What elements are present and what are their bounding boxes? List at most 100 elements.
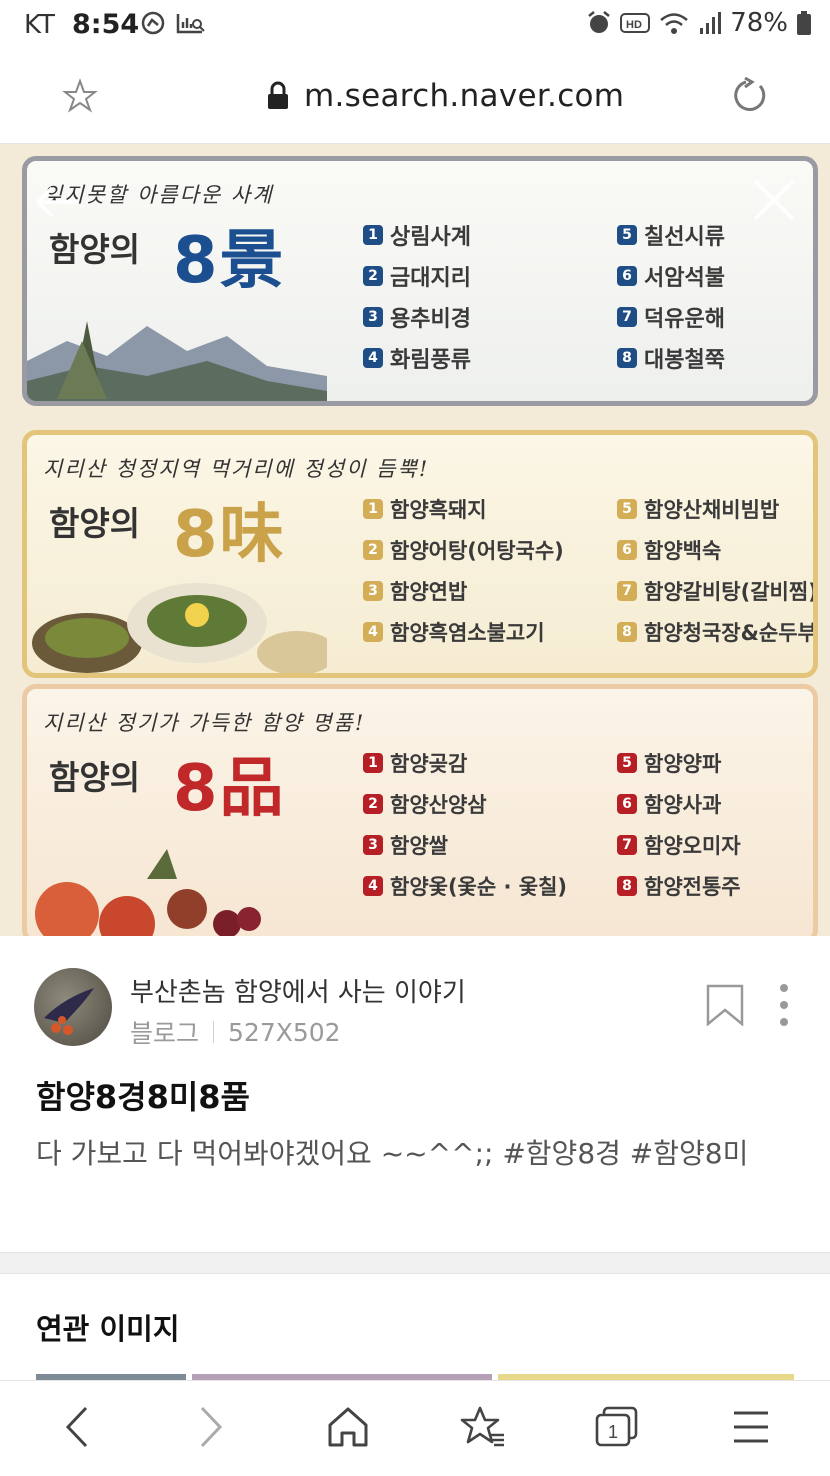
panel-tagline: 지리산 청정지역 먹거리에 정성이 듬뿍! (43, 457, 430, 481)
list-item: 3 함양쌀 (363, 831, 567, 859)
list-left: 1 함양흑돼지 2 함양어탕(어탕국수) 3 함양연밥 4 함양흑염소불고기 (363, 495, 564, 646)
reload-icon (734, 76, 766, 111)
list-item: 3 용추비경 (363, 303, 471, 332)
item-label: 함양어탕(어탕국수) (390, 539, 564, 563)
item-number: 7 (617, 835, 637, 855)
list-item: 1 상림사계 (363, 221, 471, 250)
item-number: 8 (617, 876, 637, 896)
more-options-button[interactable] (774, 982, 794, 1032)
svg-text:HD: HD (626, 19, 642, 31)
list-item: 4 함양옻(옻순 · 옻칠) (363, 872, 567, 900)
panel-8-tastes: 지리산 청정지역 먹거리에 정성이 듬뿍! 함양의 8味 1 함양흑돼지 2 함양어… (22, 430, 818, 678)
tabs-icon: 1 (595, 1406, 638, 1447)
item-label: 덕유운해 (644, 307, 725, 332)
image-viewer[interactable]: 잊지못할 아름다운 사계 함양의 8景 1 상림사계 2 금대지리 3 용추비경 4화… (0, 144, 830, 936)
panel-heading: 함양의 (49, 758, 141, 797)
hd-icon: HD (620, 13, 651, 33)
list-item: 5 함양양파 (617, 749, 741, 777)
avatar[interactable] (34, 968, 112, 1046)
forward-button[interactable] (196, 1405, 226, 1453)
url-text: m.search.naver.com (304, 78, 625, 114)
divider (213, 1021, 215, 1043)
bottom-navigation: 1 (0, 1380, 830, 1476)
panel-title: 8品 (173, 752, 286, 826)
produce-illustration (35, 849, 261, 936)
list-item: 5 함양산채비빔밥 (617, 495, 813, 523)
wifi-icon (660, 13, 689, 34)
item-label: 함양흑돼지 (390, 498, 487, 522)
image-dimensions: 527X502 (228, 1017, 341, 1047)
item-number: 4 (363, 876, 383, 896)
item-label: 금대지리 (390, 266, 471, 291)
chart-search-icon (176, 14, 205, 34)
list-left: 1 상림사계 2 금대지리 3 용추비경 4 화림풍류 (363, 221, 471, 373)
menu-button[interactable] (732, 1405, 770, 1453)
item-label: 함양흑염소불고기 (390, 621, 545, 645)
carrier-label: KT (24, 10, 55, 40)
item-label: 상림사계 (390, 225, 471, 250)
panel-8-products: 지리산 정기가 가득한 함양 명품! 함양의 8品 1 함양곶감 2 함양산양삼 3… (22, 684, 818, 936)
item-label: 함양산양삼 (390, 793, 487, 817)
food-illustration (32, 583, 327, 673)
more-icon (780, 984, 788, 1026)
image-title[interactable]: 함양8경8미8품 (36, 1072, 250, 1118)
viewer-close-button[interactable] (752, 178, 796, 226)
blog-name[interactable]: 부산촌놈 함양에서 사는 이야기 (130, 972, 466, 1009)
item-number: 7 (617, 307, 637, 327)
back-arrow-icon (35, 186, 78, 218)
brightness-icon (141, 11, 165, 35)
address-bar: m.search.naver.com (0, 52, 830, 144)
item-label: 함양전통주 (644, 875, 741, 899)
item-label: 함양산채비빔밥 (644, 498, 780, 522)
source-label: 블로그 (130, 1019, 200, 1048)
image-description: 다 가보고 다 먹어봐야겠어요 ~~^^;; #함양8경 #함양8미 (36, 1137, 749, 1170)
item-number: 3 (363, 581, 383, 601)
item-number: 5 (617, 225, 637, 245)
item-number: 2 (363, 266, 383, 286)
tabs-count: 1 (608, 1422, 618, 1442)
list-item: 7 함양갈비탕(갈비찜) (617, 577, 813, 605)
item-number: 5 (617, 499, 637, 519)
back-icon (65, 1406, 88, 1448)
list-item: 8 함양청국장&순두부 (617, 618, 813, 646)
list-item: 5 칠선시류 (617, 221, 725, 250)
bookmarks-icon (460, 1406, 504, 1447)
section-divider (0, 1252, 830, 1274)
alarm-icon (588, 11, 610, 33)
image-info: 부산촌놈 함양에서 사는 이야기 블로그 527X502 함양8경8미8품 다 … (0, 936, 830, 1252)
item-number: 4 (363, 622, 383, 642)
menu-icon (734, 1411, 768, 1443)
item-number: 6 (617, 540, 637, 560)
item-number: 2 (363, 794, 383, 814)
item-number: 3 (363, 307, 383, 327)
star-icon (62, 78, 98, 113)
avatar-image (44, 988, 94, 1035)
image-meta: 블로그 527X502 (130, 1014, 341, 1050)
back-button[interactable] (62, 1405, 92, 1453)
item-label: 대봉철쭉 (644, 348, 725, 373)
tabs-button[interactable]: 1 (594, 1405, 640, 1453)
status-right: HD 78% (586, 8, 812, 38)
list-item: 2 함양산양삼 (363, 790, 567, 818)
home-button[interactable] (326, 1405, 370, 1453)
item-number: 6 (617, 266, 637, 286)
list-item: 3 함양연밥 (363, 577, 564, 605)
reload-button[interactable] (730, 76, 770, 120)
url-field[interactable]: m.search.naver.com (266, 78, 624, 114)
home-icon (328, 1407, 368, 1447)
viewer-back-button[interactable] (34, 184, 80, 224)
item-number: 5 (617, 753, 637, 773)
item-number: 8 (617, 622, 637, 642)
bookmarks-button[interactable] (460, 1405, 506, 1453)
list-item: 4 함양흑염소불고기 (363, 618, 564, 646)
notification-icons (140, 10, 206, 36)
save-button[interactable] (706, 984, 744, 1030)
favorite-star-button[interactable] (62, 78, 98, 118)
list-item: 7 함양오미자 (617, 831, 741, 859)
related-images-section: 연관 이미지 (0, 1274, 830, 1380)
item-label: 함양옻(옻순 · 옻칠) (390, 875, 568, 899)
item-number: 1 (363, 499, 383, 519)
item-label: 칠선시류 (644, 225, 725, 250)
item-number: 6 (617, 794, 637, 814)
item-label: 함양곶감 (390, 752, 468, 776)
